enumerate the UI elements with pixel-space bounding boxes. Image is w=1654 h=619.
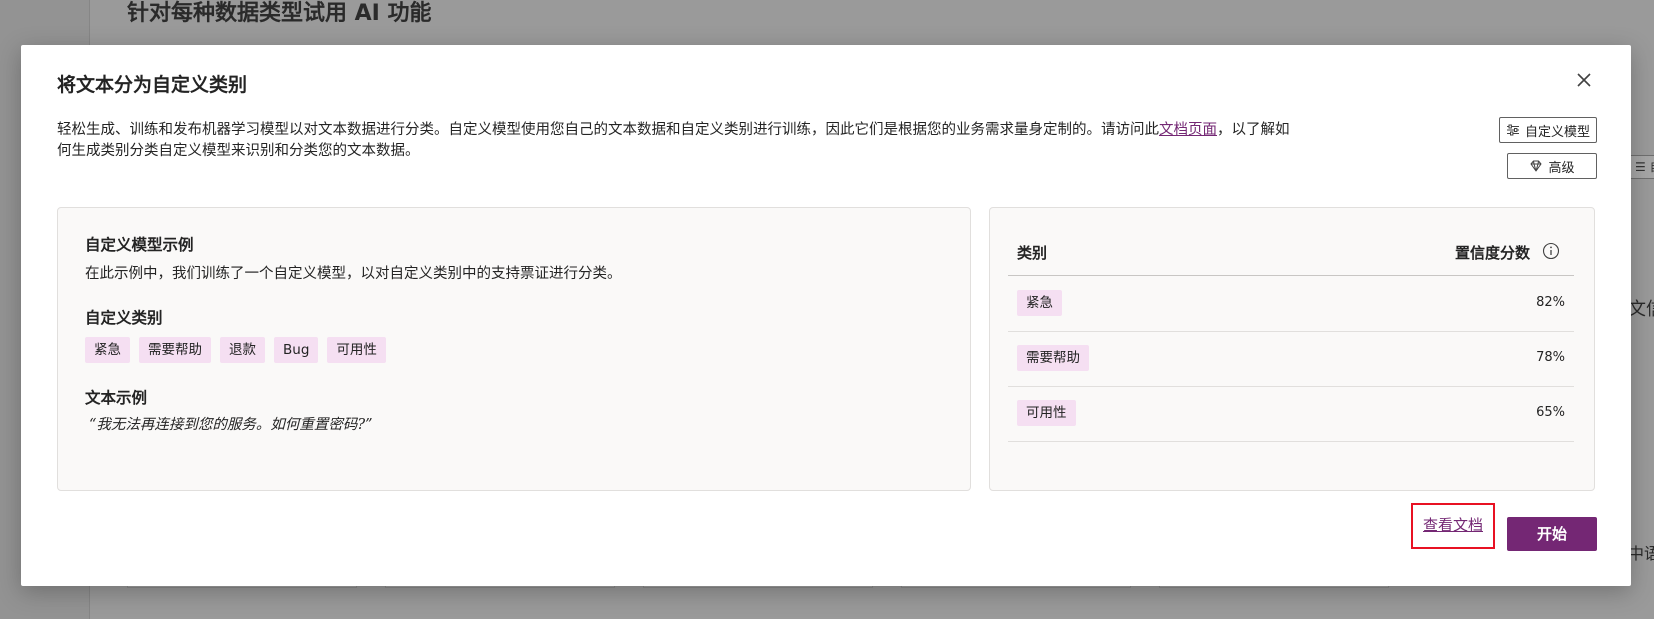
- results-panel: 类别 置信度分数 紧急 82% 需要帮助 78% 可用性 65%: [989, 207, 1595, 491]
- background-title: 针对每种数据类型试用 AI 功能: [127, 1, 432, 26]
- category-tag: 退款: [220, 337, 265, 363]
- premium-label: 高级: [1548, 160, 1575, 176]
- result-score: 65%: [1536, 405, 1565, 420]
- sliders-icon: [1506, 124, 1519, 136]
- text-example-quote: “我无法再连接到您的服务。如何重置密码?”: [89, 417, 373, 433]
- result-score: 82%: [1536, 295, 1565, 310]
- result-category-tag: 可用性: [1017, 400, 1076, 426]
- result-category-tag: 紧急: [1017, 290, 1062, 316]
- description-text: 轻松生成、训练和发布机器学习模型以对文本数据进行分类。自定义模型使用您自己的文本…: [57, 122, 1159, 138]
- dialog-description: 轻松生成、训练和发布机器学习模型以对文本数据进行分类。自定义模型使用您自己的文本…: [57, 120, 1297, 162]
- column-header-score: 置信度分数: [1454, 244, 1530, 262]
- background-button: ☰ 自: [1628, 155, 1654, 179]
- close-button[interactable]: [1573, 69, 1595, 91]
- results-row: 紧急 82%: [1008, 277, 1574, 332]
- example-panel: 自定义模型示例 在此示例中，我们训练了一个自定义模型，以对自定义类别中的支持票证…: [57, 207, 971, 491]
- results-header: 类别 置信度分数: [1008, 236, 1574, 276]
- premium-badge[interactable]: 高级: [1507, 153, 1597, 179]
- classify-text-dialog: 将文本分为自定义类别 轻松生成、训练和发布机器学习模型以对文本数据进行分类。自定…: [21, 45, 1631, 586]
- category-tags: 紧急 需要帮助 退款 Bug 可用性: [85, 337, 386, 363]
- result-category-tag: 需要帮助: [1017, 345, 1089, 371]
- info-icon[interactable]: [1542, 242, 1560, 260]
- background-text: 中语: [1628, 544, 1654, 563]
- categories-heading: 自定义类别: [85, 309, 163, 327]
- dialog-title: 将文本分为自定义类别: [57, 74, 248, 96]
- example-heading: 自定义模型示例: [85, 236, 194, 254]
- view-docs-link[interactable]: 查看文档: [1411, 503, 1495, 549]
- start-button[interactable]: 开始: [1507, 517, 1597, 551]
- custom-model-label: 自定义模型: [1524, 124, 1590, 140]
- column-header-category: 类别: [1017, 244, 1048, 262]
- example-subtext: 在此示例中，我们训练了一个自定义模型，以对自定义类别中的支持票证进行分类。: [85, 266, 622, 282]
- custom-model-badge[interactable]: 自定义模型: [1499, 117, 1597, 143]
- documentation-page-link[interactable]: 文档页面: [1159, 122, 1217, 138]
- category-tag: Bug: [274, 337, 319, 363]
- results-row: 可用性 65%: [1008, 387, 1574, 442]
- text-example-heading: 文本示例: [85, 389, 148, 407]
- category-tag: 可用性: [327, 337, 386, 363]
- close-icon: [1577, 73, 1591, 87]
- results-row: 需要帮助 78%: [1008, 332, 1574, 387]
- result-score: 78%: [1536, 350, 1565, 365]
- background-text: 文信: [1628, 299, 1654, 320]
- diamond-icon: [1530, 160, 1542, 172]
- category-tag: 需要帮助: [139, 337, 211, 363]
- category-tag: 紧急: [85, 337, 130, 363]
